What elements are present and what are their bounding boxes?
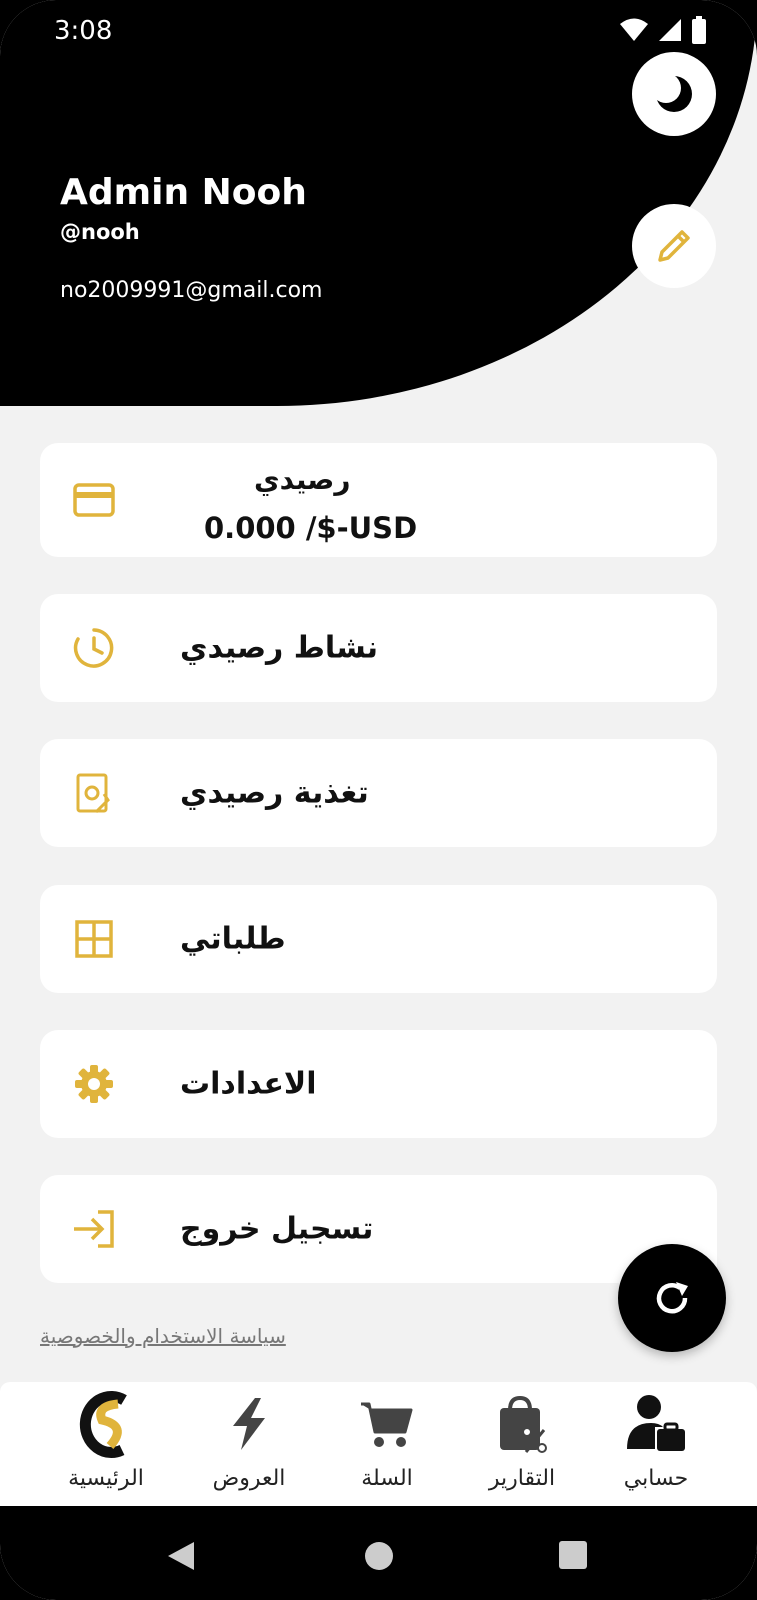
nav-label: حسابي [623, 1466, 689, 1491]
nav-offers[interactable]: العروض [189, 1388, 309, 1502]
nav-label: السلة [361, 1466, 413, 1491]
menu-item-activity[interactable]: نشاط رصيدي [40, 594, 717, 702]
logo-icon [76, 1388, 136, 1460]
theme-toggle-button[interactable] [632, 52, 716, 136]
nav-label: التقارير [488, 1466, 556, 1491]
moon-icon [652, 73, 692, 112]
grid-icon [72, 917, 116, 961]
balance-value: 0.000 /$-USD [204, 511, 418, 545]
login-arrow-icon [72, 1207, 116, 1251]
screen: 3:08 Admin Nooh @nooh no2009991@gmail.co… [0, 0, 757, 1600]
status-time: 3:08 [54, 16, 113, 46]
user-briefcase-icon [625, 1388, 687, 1460]
edit-profile-button[interactable] [632, 204, 716, 288]
nav-home[interactable]: الرئيسية [46, 1388, 166, 1502]
menu-item-label: نشاط رصيدي [180, 630, 378, 666]
menu-item-label: تسجيل خروج [180, 1211, 374, 1247]
system-navigation-bar [0, 1506, 757, 1600]
menu-item-label: طلباتي [180, 921, 286, 957]
balance-title: رصيدي [254, 463, 351, 496]
money-hand-icon [72, 771, 116, 815]
recents-icon[interactable] [559, 1541, 587, 1569]
battery-icon [692, 16, 706, 44]
profile-handle: @nooh [60, 220, 140, 244]
credit-card-icon [72, 478, 116, 522]
cart-icon [359, 1388, 415, 1460]
privacy-policy-link[interactable]: سياسة الاستخدام والخصوصية [40, 1324, 286, 1348]
refresh-button[interactable] [618, 1244, 726, 1352]
refresh-icon [656, 1282, 688, 1314]
nav-cart[interactable]: السلة [327, 1388, 447, 1502]
signal-icon [659, 19, 681, 41]
status-bar: 3:08 [0, 0, 757, 60]
home-circle-icon[interactable] [364, 1541, 394, 1571]
profile-header: 3:08 Admin Nooh @nooh no2009991@gmail.co… [0, 0, 757, 406]
wifi-icon [620, 18, 648, 41]
menu-item-settings[interactable]: الاعدادات [40, 1030, 717, 1138]
nav-label: العروض [212, 1466, 286, 1491]
profile-email: no2009991@gmail.com [60, 278, 323, 303]
lightning-icon [227, 1388, 271, 1460]
menu-item-topup[interactable]: تغذية رصيدي [40, 739, 717, 847]
profile-name: Admin Nooh [60, 172, 307, 213]
shopping-bag-percent-icon [494, 1388, 550, 1460]
menu-item-label: الاعدادات [180, 1066, 317, 1102]
status-icons [619, 16, 707, 44]
menu-item-logout[interactable]: تسجيل خروج [40, 1175, 717, 1283]
balance-card[interactable]: رصيدي 0.000 /$-USD [40, 443, 717, 557]
nav-reports[interactable]: التقارير [462, 1388, 582, 1502]
bottom-navigation: الرئيسية العروض السلة التقارير حسابي [0, 1382, 757, 1506]
gear-icon [72, 1062, 116, 1106]
nav-label: الرئيسية [68, 1466, 144, 1491]
menu-item-orders[interactable]: طلباتي [40, 885, 717, 993]
pencil-icon [658, 230, 690, 262]
menu-item-label: تغذية رصيدي [180, 775, 369, 811]
clock-icon [72, 626, 116, 670]
nav-account[interactable]: حسابي [596, 1388, 716, 1502]
back-icon[interactable] [166, 1540, 196, 1572]
